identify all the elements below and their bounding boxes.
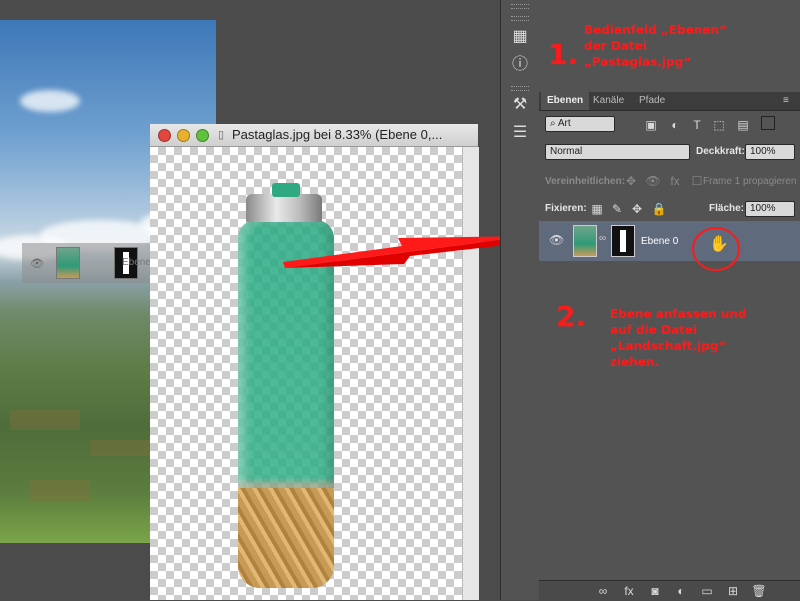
text-filter-icon[interactable]: T [689, 118, 705, 132]
vertical-scrollbar[interactable] [462, 147, 479, 600]
layer-thumbnail [56, 247, 80, 279]
new-group-icon[interactable]: ▭ [699, 584, 715, 598]
highlight-circle [692, 227, 740, 271]
grip-handle[interactable] [511, 4, 529, 9]
pixel-filter-icon[interactable]: ▣ [643, 118, 659, 132]
adjustment-layer-icon[interactable]: ◐ [673, 584, 689, 598]
info-icon[interactable]: ⓘ [509, 54, 531, 76]
grid-icon[interactable]: ▦ [509, 26, 531, 48]
panel-menu-icon[interactable]: ≡ [777, 92, 795, 110]
opacity-label: Deckkraft: [696, 146, 745, 157]
jar-lid-top-image [272, 183, 300, 197]
new-layer-icon[interactable]: ⊞ [725, 584, 741, 598]
trash-icon[interactable]: 🗑 [751, 584, 767, 598]
brush-icon[interactable]: ⚒ [509, 94, 531, 116]
lock-all-icon[interactable]: 🔒 [651, 202, 667, 216]
unify-position-icon[interactable]: ✥ [623, 174, 639, 188]
minimize-button[interactable] [177, 129, 190, 142]
settings-icon[interactable]: ☰ [509, 122, 531, 144]
jar-image [238, 220, 334, 588]
document-title: Pastaglas.jpg bei 8.33% (Ebene 0,... [232, 127, 443, 142]
layer-row[interactable]: 👁 ∞ Ebene 0 ✋ [539, 221, 800, 261]
eye-icon[interactable]: 👁 [549, 233, 564, 247]
document-canvas[interactable] [150, 147, 462, 600]
document-titlebar[interactable]: ▯ Pastaglas.jpg bei 8.33% (Ebene 0,... [150, 124, 478, 147]
jar-lid-image [246, 194, 322, 222]
unify-visibility-icon[interactable]: 👁 [645, 174, 661, 188]
tab-pfade[interactable]: Pfade [633, 92, 671, 110]
step1-text: Bedienfeld „Ebenen“ der Datei „Pastaglas… [584, 23, 727, 69]
unify-style-icon[interactable]: fx [667, 174, 683, 188]
document-icon: ▯ [218, 129, 225, 141]
zoom-button[interactable] [196, 129, 209, 142]
step2-number: 2. [556, 300, 587, 333]
add-mask-icon[interactable]: ◙ [647, 584, 663, 598]
opacity-input[interactable]: 100% [745, 144, 795, 160]
fx-icon[interactable]: fx [621, 584, 637, 598]
blend-mode-value: Normal [550, 146, 583, 157]
tab-ebenen[interactable]: Ebenen [541, 92, 590, 110]
link-icon[interactable]: ∞ [599, 233, 606, 244]
layer-name[interactable]: Ebene 0 [641, 236, 678, 247]
close-button[interactable] [158, 129, 171, 142]
layer-mask-thumbnail[interactable] [611, 225, 635, 257]
fill-input[interactable]: 100% [745, 201, 795, 217]
propagate-label: Frame 1 propagieren [703, 176, 797, 187]
eye-icon: 👁 [30, 258, 44, 270]
pastaglas-document-window: ▯ Pastaglas.jpg bei 8.33% (Ebene 0,... [150, 124, 479, 600]
fill-value: 100% [750, 203, 776, 214]
grip-handle[interactable] [511, 86, 529, 91]
panel-bottom-bar: ∞ fx ◙ ◐ ▭ ⊞ 🗑 [539, 580, 800, 601]
lock-image-icon[interactable]: ✎ [609, 202, 625, 216]
lock-transparent-icon[interactable]: ▦ [589, 202, 605, 216]
fill-label: Fläche: [709, 203, 745, 214]
pasta-image [238, 488, 334, 588]
adjustment-filter-icon[interactable]: ◐ [667, 118, 683, 132]
step2-text: Ebene anfassen und auf die Datei „Landsc… [610, 307, 747, 369]
layer-thumbnail[interactable] [573, 225, 597, 257]
shape-filter-icon[interactable]: ⬚ [711, 118, 727, 132]
search-icon: ⌕ [550, 118, 558, 129]
grip-handle[interactable] [511, 16, 529, 21]
lock-position-icon[interactable]: ✥ [629, 202, 645, 216]
filter-value: Art [557, 118, 571, 129]
opacity-value: 100% [750, 146, 776, 157]
tab-kanaele[interactable]: Kanäle [587, 92, 630, 110]
link-layers-icon[interactable]: ∞ [595, 584, 611, 598]
lock-label: Fixieren: [545, 203, 587, 214]
step1-number: 1. [548, 38, 579, 71]
filter-select[interactable]: ⌕ Art [545, 116, 615, 132]
panel-dock-strip: ▦ ⓘ ⚒ ☰ [500, 0, 540, 600]
panel-tabs: Ebenen Kanäle Pfade ≡ [539, 92, 800, 111]
unify-label: Vereinheitlichen: [545, 176, 626, 187]
smartobject-filter-icon[interactable]: ▤ [735, 118, 751, 132]
filter-toggle[interactable] [761, 116, 775, 130]
blend-mode-select[interactable]: Normal [545, 144, 690, 160]
